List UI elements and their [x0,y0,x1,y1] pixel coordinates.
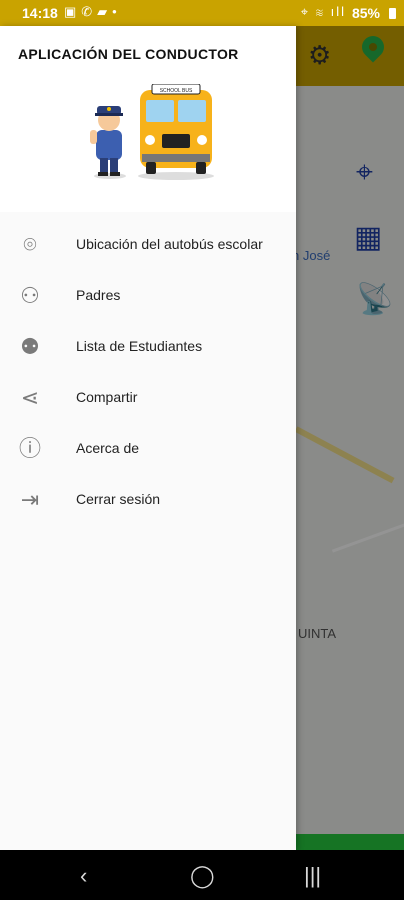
menu-item-students[interactable]: ⚉ Lista de Estudiantes [0,322,296,373]
system-nav-bar: ‹ ◯ ||| [0,850,404,900]
menu-item-share[interactable]: ⋖ Compartir [0,373,296,424]
menu-item-label: Compartir [76,389,138,405]
location-pin-icon: ⌾ [23,232,37,257]
drawer-menu: ⌾ Ubicación del autobús escolar ⚇ Padres… [0,220,296,526]
menu-item-label: Cerrar sesión [76,491,161,507]
menu-item-label: Acerca de [76,440,140,456]
back-icon[interactable]: ‹ [80,863,87,889]
students-icon: ⚉ [20,334,40,359]
home-icon[interactable]: ◯ [190,863,215,889]
status-bar: 14:18 ▣✆▰• ⌖ ≋ ıll 85% [0,0,404,26]
menu-item-logout[interactable]: ⇥ Cerrar sesión [0,475,296,526]
driver-bus-illustration: SCHOOL BUS [90,84,214,180]
bus-sign-text: SCHOOL BUS [160,88,193,94]
menu-item-label: Padres [76,287,121,303]
navigation-drawer: APLICACIÓN DEL CONDUCTOR SCHOOL BUS ⌾ Ub… [0,26,296,850]
status-time: 14:18 [22,5,58,21]
notification-icons: ▣✆▰• [64,4,122,19]
menu-item-parents[interactable]: ⚇ Padres [0,271,296,322]
signal-icons: ⌖ ≋ ıll [300,4,346,19]
info-icon: ⓘ [18,436,41,461]
share-icon: ⋖ [20,385,40,410]
recents-icon[interactable]: ||| [304,863,321,889]
menu-item-label: Ubicación del autobús escolar [76,236,263,252]
drawer-header: APLICACIÓN DEL CONDUCTOR SCHOOL BUS [0,26,296,212]
menu-item-bus-location[interactable]: ⌾ Ubicación del autobús escolar [0,220,296,271]
parents-icon: ⚇ [20,283,40,308]
menu-item-about[interactable]: ⓘ Acerca de [0,424,296,475]
logout-icon: ⇥ [20,487,40,512]
battery-level: 85% [351,5,380,21]
drawer-title: APLICACIÓN DEL CONDUCTOR [18,46,239,62]
battery-icon [389,8,396,19]
menu-item-label: Lista de Estudiantes [76,338,203,354]
